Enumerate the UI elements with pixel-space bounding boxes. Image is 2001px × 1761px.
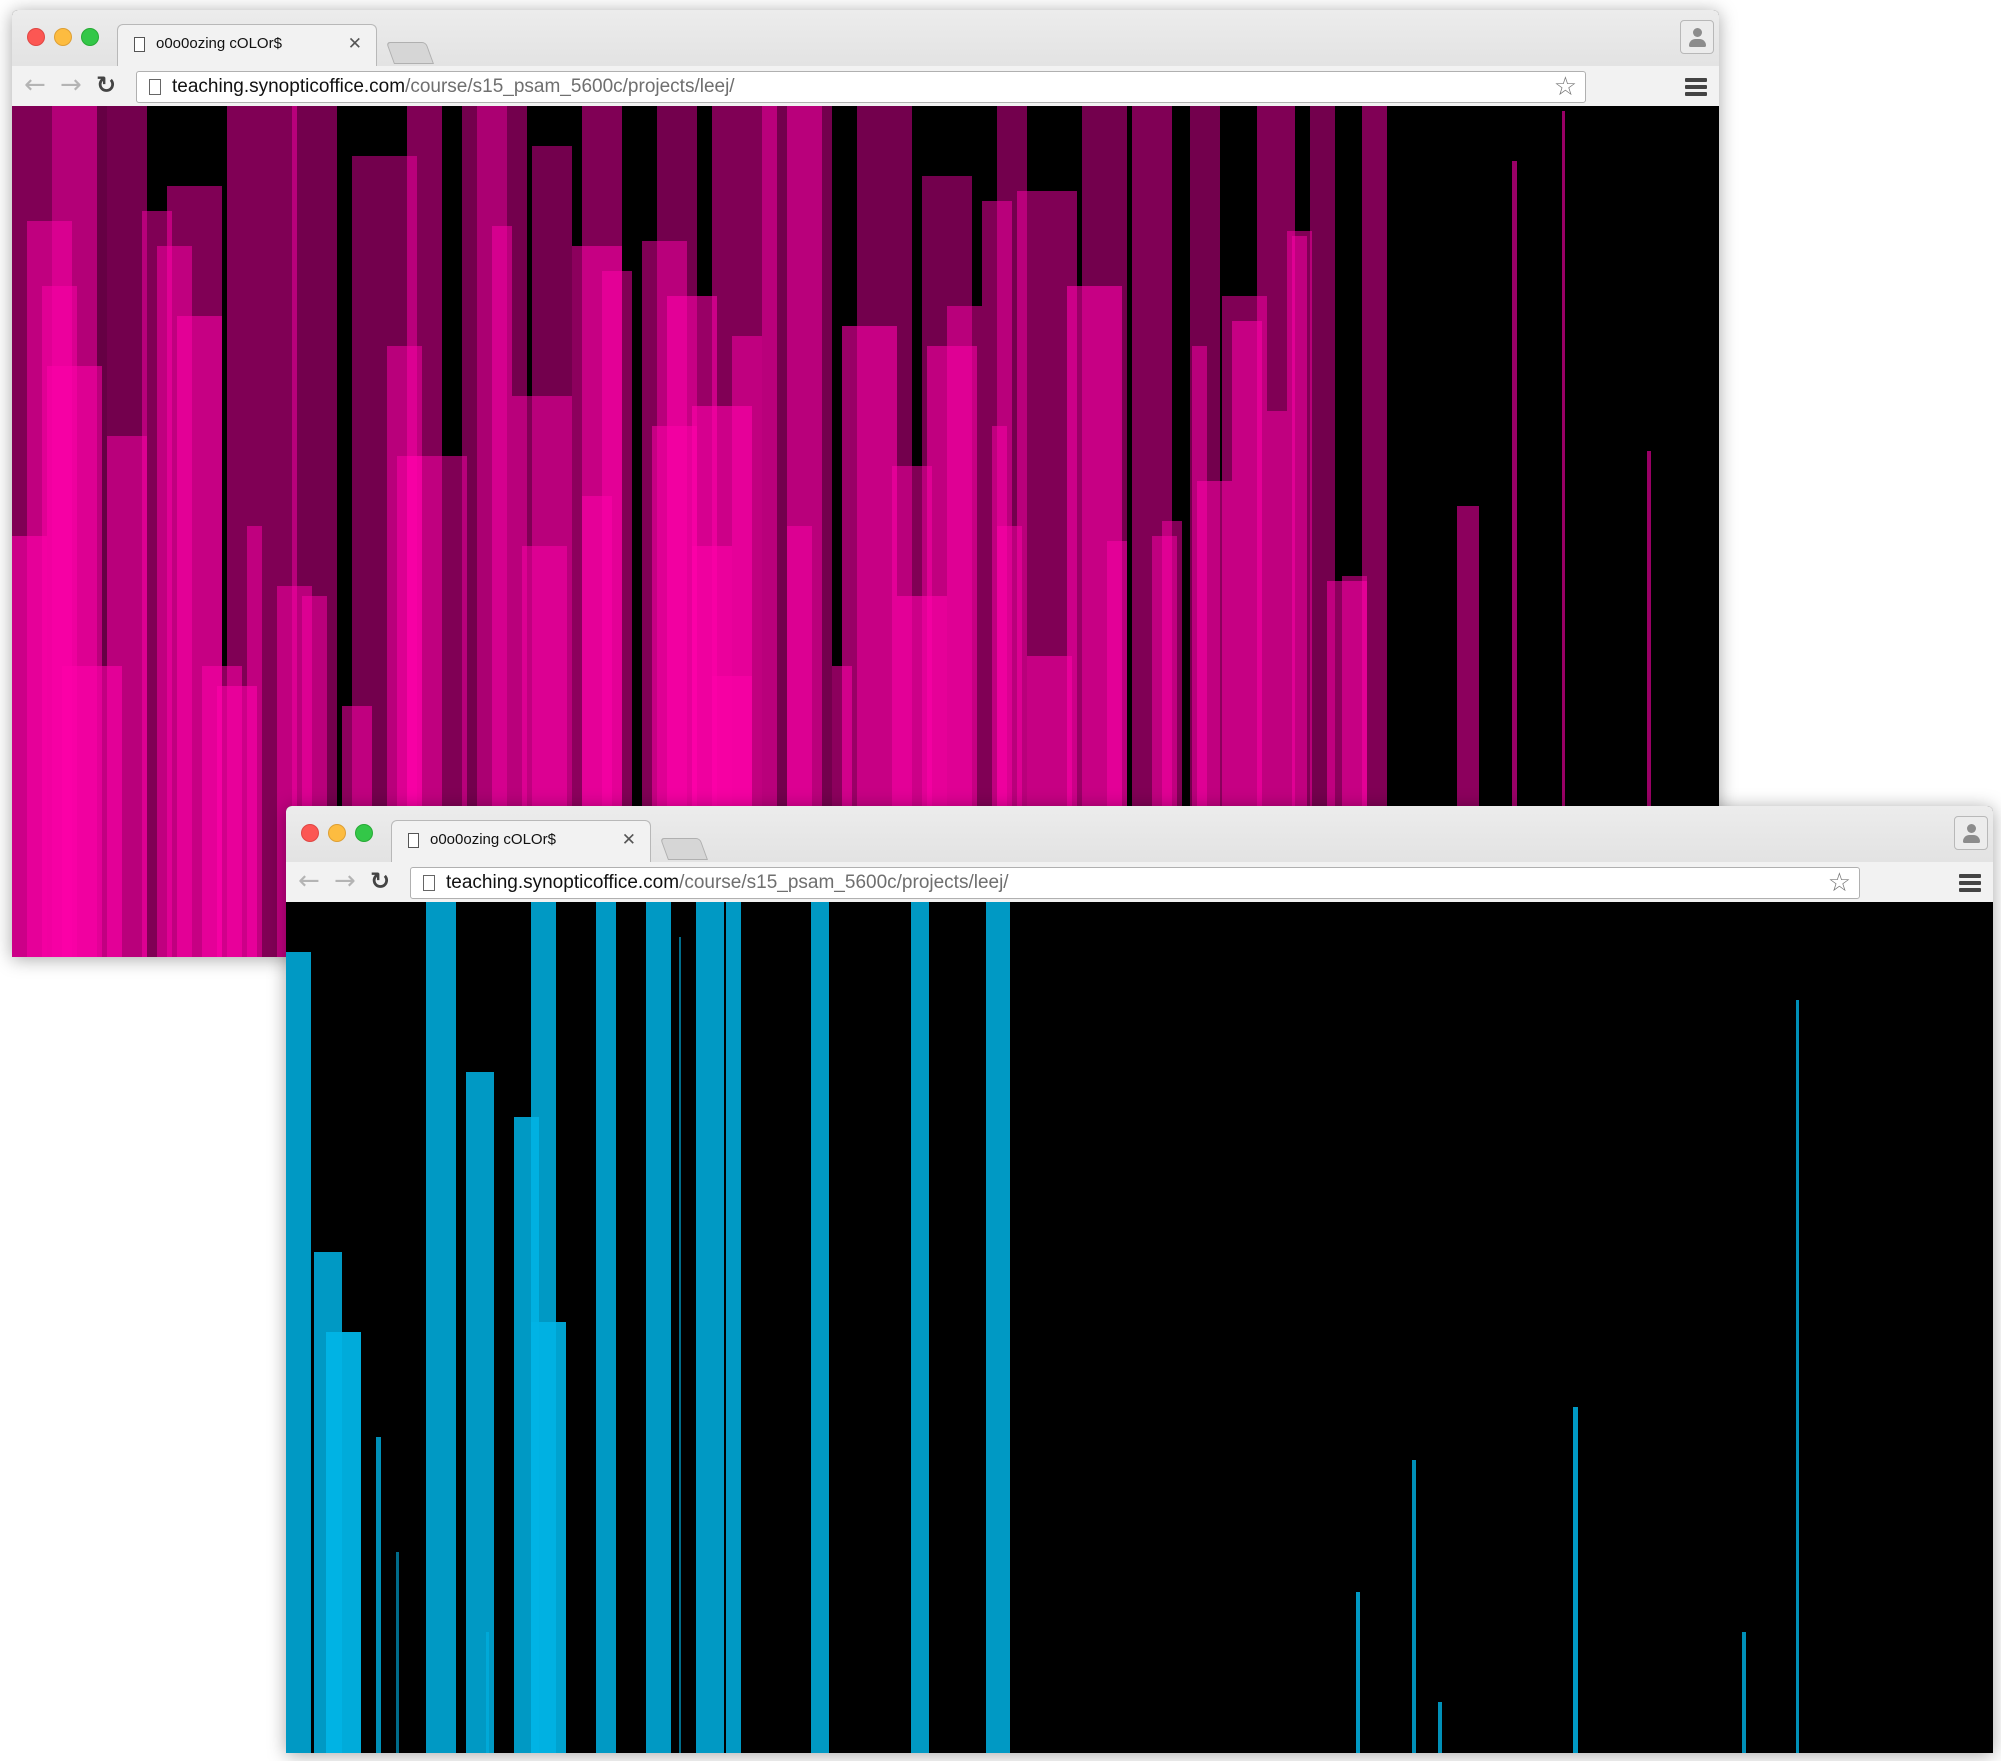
maximize-window-button[interactable] <box>81 28 99 46</box>
tab-strip: o0o0ozing cOLOr$ ✕ <box>286 806 1993 862</box>
back-arrow-icon[interactable]: ← <box>24 70 46 100</box>
url-text: teaching.synopticoffice.com/course/s15_p… <box>172 76 735 97</box>
back-arrow-icon[interactable]: ← <box>298 866 320 896</box>
bookmark-star-icon[interactable]: ☆ <box>1554 72 1577 102</box>
bookmark-star-icon[interactable]: ☆ <box>1828 868 1851 898</box>
page-icon <box>423 875 435 891</box>
new-tab-button[interactable] <box>385 42 435 64</box>
minimize-window-button[interactable] <box>54 28 72 46</box>
bar <box>107 436 147 957</box>
menu-icon[interactable] <box>1959 874 1981 892</box>
page-canvas[interactable] <box>286 902 1993 1753</box>
browser-tab[interactable]: o0o0ozing cOLOr$ ✕ <box>391 820 651 862</box>
bar <box>1412 1460 1416 1753</box>
minimize-window-button[interactable] <box>328 824 346 842</box>
bar <box>396 1552 399 1753</box>
bar <box>486 1632 489 1753</box>
bar <box>376 1437 381 1753</box>
page-icon <box>134 37 145 52</box>
browser-tab[interactable]: o0o0ozing cOLOr$ ✕ <box>117 24 377 66</box>
bar <box>247 526 262 957</box>
address-bar[interactable]: teaching.synopticoffice.com/course/s15_p… <box>136 71 1586 103</box>
bars-canvas <box>286 902 1993 1753</box>
bar <box>1356 1592 1360 1753</box>
bar <box>986 902 1010 1753</box>
bar <box>1438 1702 1442 1753</box>
close-icon[interactable]: ✕ <box>622 830 636 850</box>
browser-chrome: o0o0ozing cOLOr$ ✕ ← → ↻ teaching.synopt… <box>286 806 1993 903</box>
tab-title: o0o0ozing cOLOr$ <box>430 831 556 848</box>
new-tab-button[interactable] <box>659 838 709 860</box>
tab-strip: o0o0ozing cOLOr$ ✕ <box>12 10 1719 66</box>
profile-icon[interactable] <box>1680 20 1714 54</box>
bar <box>466 1072 494 1753</box>
forward-arrow-icon[interactable]: → <box>334 866 356 896</box>
bar <box>726 902 741 1753</box>
bar <box>531 1322 566 1753</box>
address-bar[interactable]: teaching.synopticoffice.com/course/s15_p… <box>410 867 1860 899</box>
bar <box>696 902 724 1753</box>
maximize-window-button[interactable] <box>355 824 373 842</box>
tab-title: o0o0ozing cOLOr$ <box>156 35 282 52</box>
browser-window-cyan: o0o0ozing cOLOr$ ✕ ← → ↻ teaching.synopt… <box>286 806 1993 1753</box>
reload-icon[interactable]: ↻ <box>370 866 390 896</box>
bar <box>12 536 47 957</box>
url-text: teaching.synopticoffice.com/course/s15_p… <box>446 872 1009 893</box>
toolbar: ← → ↻ teaching.synopticoffice.com/course… <box>286 862 1993 903</box>
bar <box>646 902 671 1753</box>
bar <box>596 902 616 1753</box>
bar <box>911 902 929 1753</box>
bar <box>1573 1407 1578 1753</box>
bar <box>1796 1000 1799 1753</box>
bar <box>679 937 681 1753</box>
bar <box>1742 1632 1746 1753</box>
reload-icon[interactable]: ↻ <box>96 70 116 100</box>
profile-icon[interactable] <box>1954 816 1988 850</box>
close-window-button[interactable] <box>27 28 45 46</box>
bar <box>286 952 311 1753</box>
close-window-button[interactable] <box>301 824 319 842</box>
page-icon <box>408 833 419 848</box>
page-icon <box>149 79 161 95</box>
menu-icon[interactable] <box>1685 78 1707 96</box>
forward-arrow-icon[interactable]: → <box>60 70 82 100</box>
toolbar: ← → ↻ teaching.synopticoffice.com/course… <box>12 66 1719 107</box>
browser-chrome: o0o0ozing cOLOr$ ✕ ← → ↻ teaching.synopt… <box>12 10 1719 107</box>
close-icon[interactable]: ✕ <box>348 34 362 54</box>
bar <box>426 902 456 1753</box>
bar <box>811 902 829 1753</box>
bar <box>326 1332 361 1753</box>
